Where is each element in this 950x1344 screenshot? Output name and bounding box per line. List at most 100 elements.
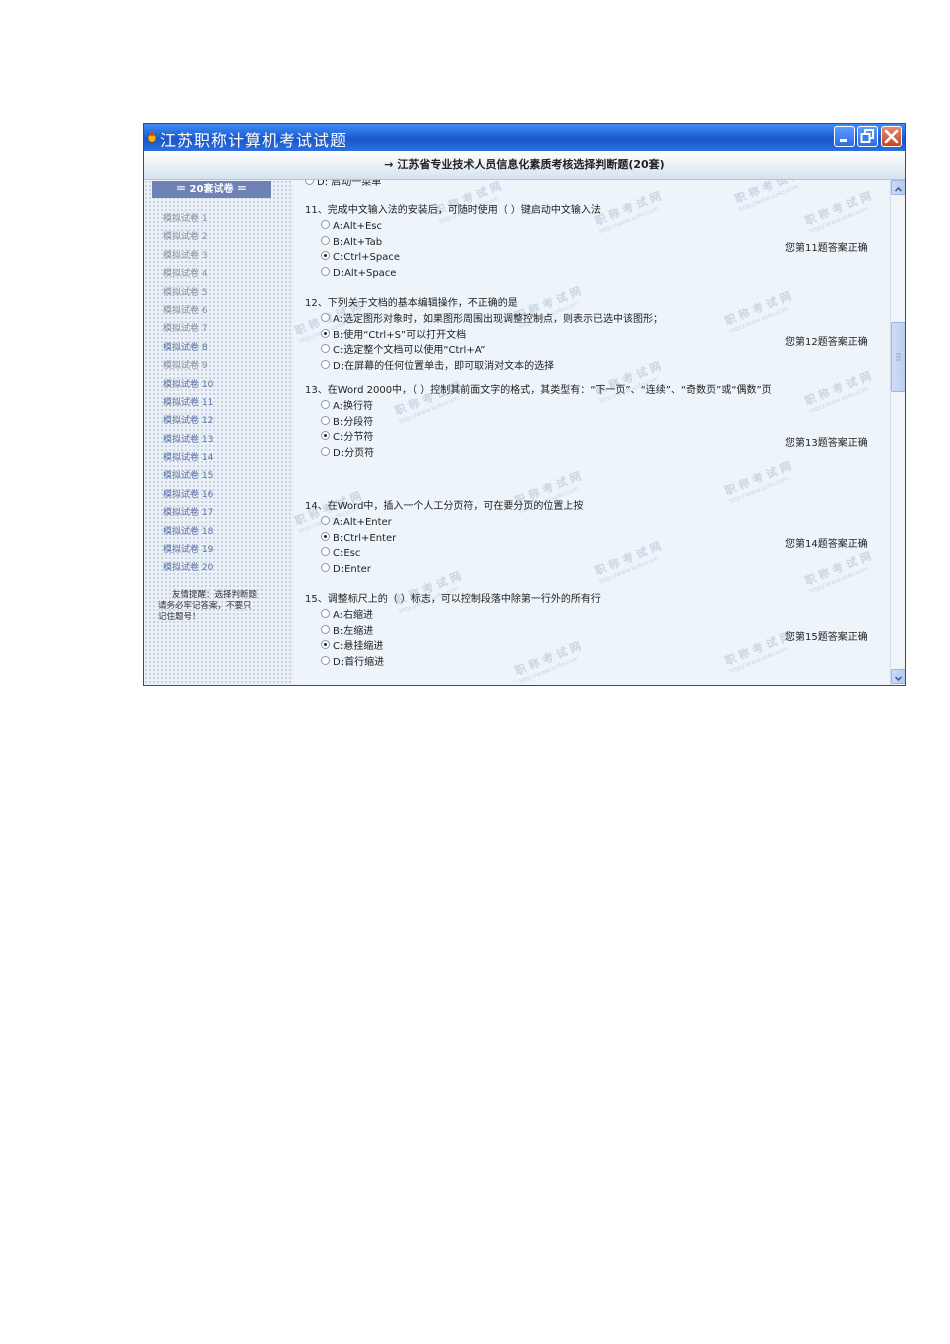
radio-button[interactable]	[321, 359, 330, 369]
question-15: 15、调整标尺上的（ ）标志，可以控制段落中除第一行外的所有行 A:右缩进 B:…	[305, 592, 805, 670]
paper-link-6[interactable]: 模拟试卷 6	[163, 302, 213, 320]
paper-link-18[interactable]: 模拟试卷 18	[163, 523, 213, 541]
radio-button[interactable]	[321, 547, 330, 556]
watermark: 职 称 考 试 网http://www.xz4o.com	[803, 369, 874, 416]
answer-result-12: 您第12题答案正确	[785, 337, 868, 348]
watermark: 职 称 考 试 网http://www.xz4o.com	[803, 189, 874, 236]
restore-icon	[860, 129, 874, 143]
radio-button[interactable]	[321, 400, 330, 409]
answer-result-14: 您第14题答案正确	[785, 539, 868, 550]
question-text: 13、在Word 2000中，（ ）控制其前面文字的格式，其类型有：“下一页”、…	[305, 385, 772, 396]
paper-link-14[interactable]: 模拟试卷 14	[163, 449, 213, 467]
option-d[interactable]: D:在屏幕的任何位置单击，即可取消对文本的选择	[321, 359, 805, 375]
paper-link-13[interactable]: 模拟试卷 13	[163, 431, 213, 449]
radio-button[interactable]	[321, 516, 330, 525]
scroll-up-button[interactable]	[891, 180, 905, 195]
paper-link-11[interactable]: 模拟试卷 11	[163, 394, 213, 412]
radio-button-selected[interactable]	[321, 640, 330, 649]
radio-button[interactable]	[321, 655, 330, 665]
option-d[interactable]: D:分页符	[321, 446, 805, 462]
paper-link-10[interactable]: 模拟试卷 10	[163, 376, 213, 394]
option-c[interactable]: C:悬挂缩进	[321, 639, 805, 655]
friendly-reminder: 友情提醒：选择判断题请务必牢记答案，不要只记住题号！	[158, 590, 258, 622]
option-c[interactable]: C:选定整个文档可以使用“Ctrl+A”	[321, 343, 805, 359]
radio-button[interactable]	[321, 446, 330, 456]
close-button[interactable]	[881, 126, 902, 147]
radio-button[interactable]	[321, 609, 330, 618]
app-window: 江苏职称计算机考试试题 → 江苏省专业技术人员信息化素质考核选择判断题(20套)…	[143, 123, 906, 686]
paper-link-12[interactable]: 模拟试卷 12	[163, 412, 213, 430]
paper-link-1[interactable]: 模拟试卷 1	[163, 210, 213, 228]
option-b[interactable]: B:使用“Ctrl+S”可以打开文档	[321, 328, 805, 344]
paper-link-9[interactable]: 模拟试卷 9	[163, 357, 213, 375]
option-b[interactable]: B:分段符	[321, 415, 805, 431]
paper-link-2[interactable]: 模拟试卷 2	[163, 228, 213, 246]
answer-result-15: 您第15题答案正确	[785, 632, 868, 643]
option-list: A:Alt+Esc B:Alt+Tab C:Ctrl+Space D:Alt+S…	[305, 219, 805, 281]
radio-button[interactable]	[305, 180, 314, 185]
question-panel[interactable]: 职 称 考 试 网 http://www.xz4o.com 职 称 考 试 网 ht…	[294, 180, 889, 685]
window-title: 江苏职称计算机考试试题	[160, 131, 348, 150]
radio-button-selected[interactable]	[321, 531, 330, 541]
option-a[interactable]: A:Alt+Esc	[321, 219, 805, 235]
radio-button[interactable]	[321, 235, 330, 245]
option-d[interactable]: D:首行缩进	[321, 655, 805, 671]
radio-button[interactable]	[321, 624, 330, 634]
radio-button[interactable]	[321, 313, 330, 322]
scroll-down-button[interactable]	[891, 669, 905, 684]
option-c[interactable]: C:分节符	[321, 430, 805, 446]
grip-icon	[896, 353, 901, 361]
partial-option: D: 启动一菜单	[305, 180, 381, 188]
radio-button-selected[interactable]	[321, 328, 330, 338]
option-a[interactable]: A:右缩进	[321, 608, 805, 624]
question-12: 12、下列关于文档的基本编辑操作，不正确的是 A:选定图形对象时，如果图形周围出…	[305, 296, 805, 374]
scroll-thumb[interactable]	[891, 322, 905, 392]
radio-button[interactable]	[321, 415, 330, 425]
paper-link-7[interactable]: 模拟试卷 7	[163, 320, 213, 338]
option-c[interactable]: C:Ctrl+Space	[321, 250, 805, 266]
option-b[interactable]: B:Ctrl+Enter	[321, 531, 805, 547]
paper-link-20[interactable]: 模拟试卷 20	[163, 559, 213, 577]
title-bar[interactable]: 江苏职称计算机考试试题	[144, 124, 905, 151]
radio-button[interactable]	[321, 562, 330, 572]
option-list: A:选定图形对象时，如果图形周围出现调整控制点，则表示已选中该图形； B:使用“…	[305, 312, 805, 374]
option-a[interactable]: A:选定图形对象时，如果图形周围出现调整控制点，则表示已选中该图形；	[321, 312, 805, 328]
option-d[interactable]: D:Alt+Space	[321, 266, 805, 282]
option-c[interactable]: C:Esc	[321, 546, 805, 562]
minimize-icon	[840, 139, 847, 142]
answer-result-13: 您第13题答案正确	[785, 438, 868, 449]
paper-link-17[interactable]: 模拟试卷 17	[163, 504, 213, 522]
paper-list: 模拟试卷 1 模拟试卷 2 模拟试卷 3 模拟试卷 4 模拟试卷 5 模拟试卷 …	[163, 210, 213, 578]
paper-link-19[interactable]: 模拟试卷 19	[163, 541, 213, 559]
sidebar-heading: ＝ 20套试卷 ＝	[152, 181, 271, 198]
option-a[interactable]: A:Alt+Enter	[321, 515, 805, 531]
close-icon	[884, 129, 899, 144]
question-text: 12、下列关于文档的基本编辑操作，不正确的是	[305, 298, 518, 309]
vertical-scrollbar[interactable]	[890, 180, 905, 685]
paper-link-16[interactable]: 模拟试卷 16	[163, 486, 213, 504]
page-header: → 江苏省专业技术人员信息化素质考核选择判断题(20套)	[144, 151, 905, 180]
option-list: A:Alt+Enter B:Ctrl+Enter C:Esc D:Enter	[305, 515, 805, 577]
option-b[interactable]: B:左缩进	[321, 624, 805, 640]
option-b[interactable]: B:Alt+Tab	[321, 235, 805, 251]
paper-link-3[interactable]: 模拟试卷 3	[163, 247, 213, 265]
option-list: A:右缩进 B:左缩进 C:悬挂缩进 D:首行缩进	[305, 608, 805, 670]
paper-link-4[interactable]: 模拟试卷 4	[163, 265, 213, 283]
radio-button[interactable]	[321, 266, 330, 276]
question-11: 11、完成中文输入法的安装后，可随时使用（ ）键启动中文输入法 A:Alt+Es…	[305, 203, 805, 281]
paper-link-8[interactable]: 模拟试卷 8	[163, 339, 213, 357]
restore-button[interactable]	[857, 126, 878, 147]
question-14: 14、在Word中，插入一个人工分页符，可在要分页的位置上按 A:Alt+Ent…	[305, 499, 805, 577]
question-13: 13、在Word 2000中，（ ）控制其前面文字的格式，其类型有：“下一页”、…	[305, 383, 805, 461]
radio-button-selected[interactable]	[321, 251, 330, 260]
option-d[interactable]: D:Enter	[321, 562, 805, 578]
radio-button-selected[interactable]	[321, 431, 330, 440]
minimize-button[interactable]	[834, 126, 855, 147]
option-list: A:换行符 B:分段符 C:分节符 D:分页符	[305, 399, 805, 461]
watermark: 职 称 考 试 网http://www.xz4o.com	[803, 549, 874, 596]
paper-link-5[interactable]: 模拟试卷 5	[163, 284, 213, 302]
radio-button[interactable]	[321, 220, 330, 229]
paper-link-15[interactable]: 模拟试卷 15	[163, 467, 213, 485]
radio-button[interactable]	[321, 344, 330, 353]
option-a[interactable]: A:换行符	[321, 399, 805, 415]
